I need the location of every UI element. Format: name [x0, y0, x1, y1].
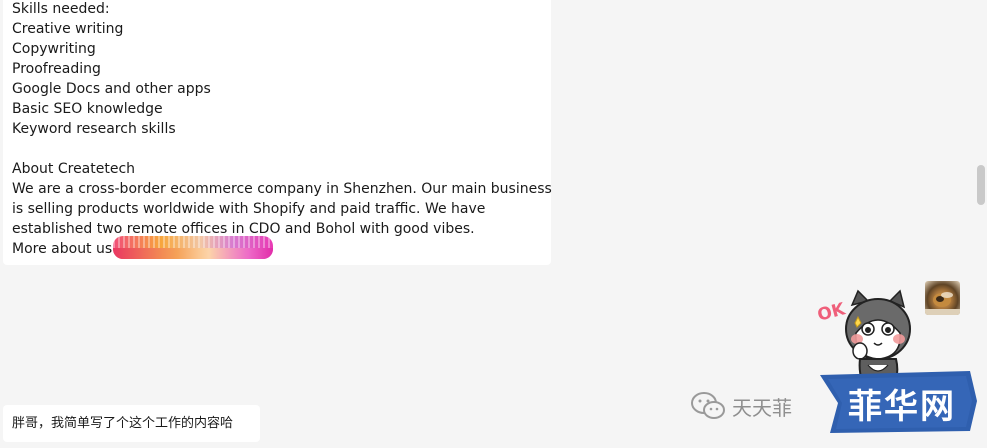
reply-text: 胖哥，我简单写了个这个工作的内容哈 [12, 416, 234, 431]
watermark: 天天菲 [690, 388, 792, 424]
message-bubble-reply[interactable]: 胖哥，我简单写了个这个工作的内容哈 [3, 405, 260, 442]
message-line: About Createtech [12, 161, 136, 177]
ok-sticker-text: OK [815, 299, 848, 326]
message-line: is selling products worldwide with Shopi… [12, 201, 486, 217]
wechat-icon [691, 392, 725, 419]
avatar-image [925, 292, 960, 315]
message-line: Keyword research skills [12, 121, 176, 137]
message-line: Copywriting [12, 41, 96, 57]
redacted-link [113, 236, 273, 259]
message-line-more-about: More about us: [12, 241, 117, 257]
message-line: Google Docs and other apps [12, 81, 211, 97]
avatar[interactable] [925, 281, 960, 315]
message-line: We are a cross-border ecommerce company … [12, 181, 552, 197]
scrollbar-thumb[interactable] [977, 165, 985, 205]
brand-logo-text: 菲华网 [848, 387, 956, 427]
message-line: Proofreading [12, 61, 101, 77]
message-bubble-job-description[interactable]: Skills needed: Creative writing Copywrit… [3, 0, 552, 265]
chat-area: Skills needed: Creative writing Copywrit… [0, 0, 987, 448]
message-line: Skills needed: [12, 1, 110, 17]
message-line: Creative writing [12, 21, 124, 37]
watermark-text: 天天菲 [732, 395, 792, 420]
message-line: Basic SEO knowledge [12, 101, 163, 117]
